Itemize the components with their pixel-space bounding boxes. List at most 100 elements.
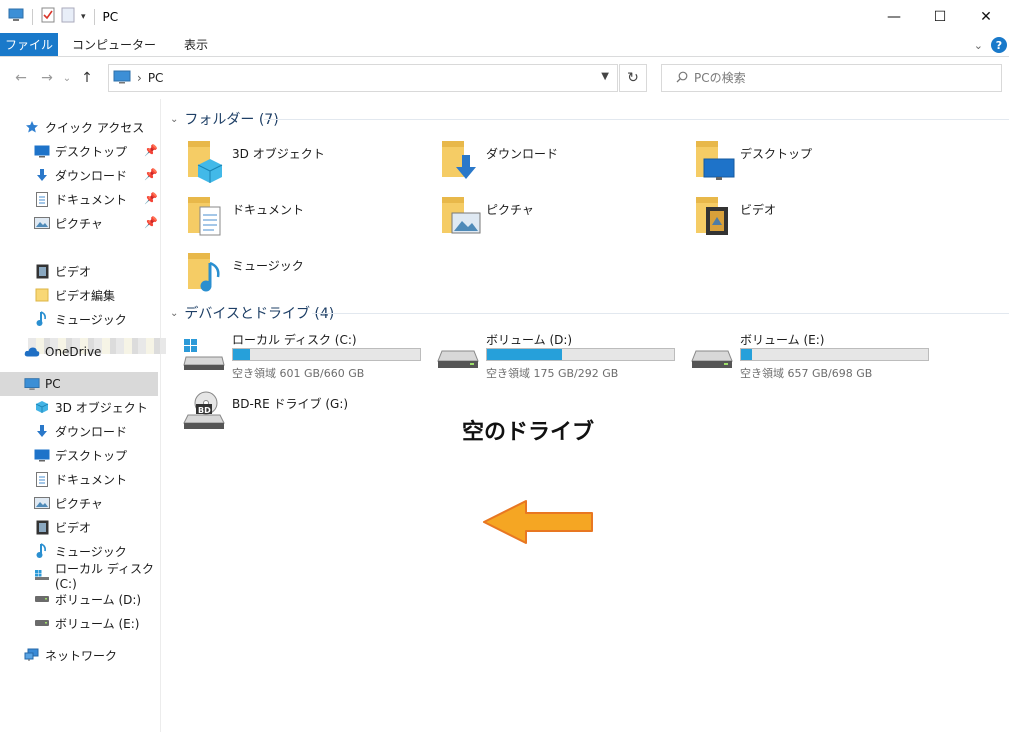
video-icon [34, 263, 50, 279]
sidebar-item-label: デスクトップ [55, 144, 128, 159]
address-bar[interactable]: › PC ▼ [108, 64, 618, 92]
chevron-down-icon[interactable]: ⌄ [170, 308, 178, 319]
drive-icon [690, 337, 734, 371]
computer-icon[interactable] [8, 8, 24, 25]
sidebar-item-quick-access[interactable]: クイック アクセス [24, 115, 158, 139]
breadcrumb-separator: › [137, 71, 142, 85]
drive-label: ボリューム (E:) [740, 333, 825, 347]
sidebar-item-pc[interactable]: PC [0, 372, 158, 396]
drive-usage-fill [233, 349, 250, 360]
drive-icon [34, 591, 50, 607]
pictures-icon [34, 215, 50, 231]
new-folder-icon[interactable] [61, 7, 75, 26]
folders-section-header[interactable]: ⌄ フォルダー (7) [170, 109, 279, 129]
window-controls: — ☐ ✕ [871, 0, 1009, 33]
sidebar-item-label: PC [45, 377, 61, 391]
tab-view[interactable]: 表示 [170, 33, 222, 56]
drive-local-disk-c[interactable]: ローカル ディスク (C:) 空き領域 601 GB/660 GB [182, 331, 432, 381]
sidebar-item-downloads-pinned[interactable]: ダウンロード 📌 [34, 163, 158, 187]
sidebar-item-volume-e[interactable]: ボリューム (E:) [34, 611, 158, 635]
divider [32, 8, 33, 25]
divider [93, 8, 95, 25]
video-icon [34, 519, 50, 535]
refresh-button[interactable]: ↻ [619, 64, 647, 92]
search-input[interactable] [694, 71, 974, 85]
tab-file[interactable]: ファイル [0, 33, 58, 56]
drive-icon [436, 337, 480, 371]
folder-label: 3D オブジェクト [232, 147, 325, 161]
back-button[interactable]: ← [8, 70, 34, 86]
sidebar-item-pictures[interactable]: ピクチャ [34, 491, 158, 515]
sidebar-item-pictures-pinned[interactable]: ピクチャ 📌 [34, 211, 158, 235]
desktop-icon [34, 447, 50, 463]
pin-icon[interactable]: 📌 [144, 168, 158, 181]
drive-volume-e[interactable]: ボリューム (E:) 空き領域 657 GB/698 GB [690, 331, 940, 381]
sidebar-item-music-quick[interactable]: ミュージック [34, 307, 158, 331]
sidebar-item-label: ビデオ編集 [55, 288, 116, 303]
drive-label: ボリューム (D:) [486, 333, 573, 347]
sidebar-item-network[interactable]: ネットワーク [24, 643, 158, 667]
folder-videos[interactable]: ビデオ [694, 195, 934, 247]
maximize-button[interactable]: ☐ [917, 0, 963, 33]
sidebar-item-onedrive[interactable]: OneDrive [24, 340, 158, 364]
navigation-bar: ← → ⌄ ↑ › PC ▼ ↻ [0, 57, 1009, 99]
expand-ribbon-icon[interactable]: ⌄ [974, 39, 983, 52]
chevron-down-icon[interactable]: ▼ [601, 71, 609, 82]
folder-3d-objects[interactable]: 3D オブジェクト [186, 139, 426, 191]
search-box[interactable] [661, 64, 1002, 92]
tab-computer[interactable]: コンピューター [58, 33, 170, 56]
network-icon [24, 647, 40, 663]
drive-volume-d[interactable]: ボリューム (D:) 空き領域 175 GB/292 GB [436, 331, 686, 381]
sidebar-item-label: ドキュメント [55, 192, 128, 207]
folder-music[interactable]: ミュージック [186, 251, 426, 303]
desktop-icon [34, 143, 50, 159]
chevron-down-icon[interactable]: ⌄ [170, 114, 178, 125]
document-icon [34, 191, 50, 207]
sidebar-item-desktop[interactable]: デスクトップ [34, 443, 158, 467]
sidebar-item-documents[interactable]: ドキュメント [34, 467, 158, 491]
cloud-icon [24, 344, 40, 360]
drive-free-space: 空き領域 601 GB/660 GB [232, 367, 365, 380]
sidebar-item-label: ミュージック [55, 544, 127, 559]
customize-toolbar-icon[interactable]: ▾ [81, 12, 86, 22]
up-button[interactable]: ↑ [74, 70, 100, 86]
folder-desktop[interactable]: デスクトップ [694, 139, 934, 191]
pin-icon[interactable]: 📌 [144, 192, 158, 205]
sidebar-item-documents-pinned[interactable]: ドキュメント 📌 [34, 187, 158, 211]
sidebar-item-local-disk-c[interactable]: ローカル ディスク (C:) [34, 562, 158, 591]
folder-downloads[interactable]: ダウンロード [440, 139, 680, 191]
sidebar-item-label: ダウンロード [55, 168, 128, 183]
forward-button[interactable]: → [34, 70, 60, 86]
cube-icon [34, 399, 50, 415]
close-button[interactable]: ✕ [963, 0, 1009, 33]
folder-icon [34, 287, 50, 303]
music-icon [34, 311, 50, 327]
pictures-icon [34, 495, 50, 511]
sidebar-item-downloads[interactable]: ダウンロード [34, 419, 158, 443]
sidebar-item-label: 3D オブジェクト [55, 400, 148, 415]
document-icon [34, 471, 50, 487]
sidebar-item-videos[interactable]: ビデオ [34, 515, 158, 539]
drives-section-header[interactable]: ⌄ デバイスとドライブ (4) [170, 303, 334, 323]
pin-icon[interactable]: 📌 [144, 144, 158, 157]
folder-pictures[interactable]: ピクチャ [440, 195, 680, 247]
sidebar-item-3d-objects[interactable]: 3D オブジェクト [34, 395, 158, 419]
drive-bd-re-g[interactable]: BD BD-RE ドライブ (G:) [182, 391, 432, 445]
folder-documents[interactable]: ドキュメント [186, 195, 426, 247]
divider [264, 119, 1009, 120]
recent-locations-button[interactable]: ⌄ [60, 73, 74, 84]
sidebar-item-videos-quick[interactable]: ビデオ [34, 259, 158, 283]
sidebar-item-label: ローカル ディスク (C:) [55, 561, 154, 591]
sidebar-item-desktop-pinned[interactable]: デスクトップ 📌 [34, 139, 158, 163]
properties-icon[interactable] [41, 7, 55, 26]
drive-usage-fill [487, 349, 562, 360]
folder-label: ダウンロード [486, 147, 559, 161]
pin-icon[interactable]: 📌 [144, 216, 158, 229]
sidebar-item-volume-d[interactable]: ボリューム (D:) [34, 587, 158, 611]
help-icon[interactable]: ? [991, 37, 1007, 53]
sidebar-item-video-editing[interactable]: ビデオ編集 [34, 283, 158, 307]
minimize-button[interactable]: — [871, 0, 917, 33]
folder-label: ドキュメント [232, 203, 305, 217]
downloads-folder-icon [440, 139, 480, 183]
breadcrumb-pc[interactable]: PC [148, 71, 164, 85]
